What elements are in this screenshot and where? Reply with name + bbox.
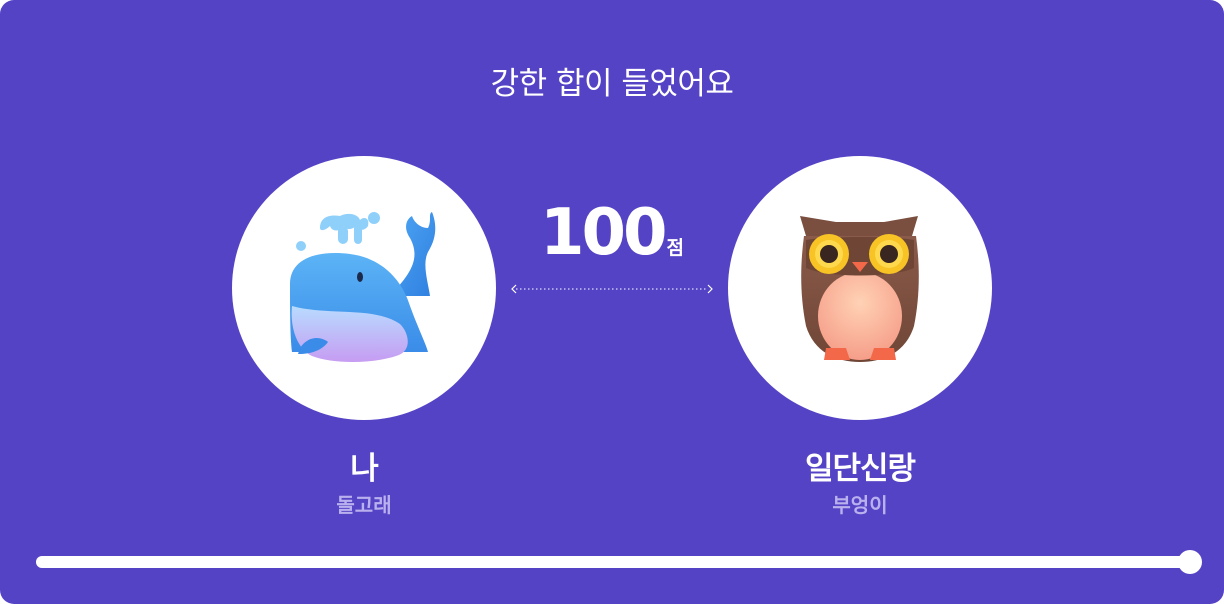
chevron-left-icon	[511, 284, 517, 294]
score-display: 100 점	[512, 196, 712, 270]
my-name: 나	[350, 451, 379, 487]
result-title: 강한 합이 들었어요	[490, 66, 734, 102]
score-value: 100	[539, 196, 668, 270]
score-progress-thumb[interactable]	[1178, 550, 1202, 574]
score-unit: 점	[666, 237, 685, 259]
connector-arrows	[511, 284, 713, 294]
my-animal-type: 돌고래	[336, 493, 392, 517]
compatibility-card: 강한 합이 들었어요 100 점 나 돌고래 일단신랑 부엉이	[0, 0, 1224, 604]
score-progress-track[interactable]	[36, 550, 1202, 574]
chevron-right-icon	[707, 284, 713, 294]
whale-icon	[290, 212, 436, 362]
partner-animal-type: 부엉이	[832, 493, 888, 517]
score-progress-fill	[36, 556, 1190, 568]
partner-avatar	[728, 156, 992, 420]
my-avatar	[232, 156, 496, 420]
partner-name: 일단신랑	[804, 451, 916, 487]
owl-icon	[800, 216, 919, 362]
